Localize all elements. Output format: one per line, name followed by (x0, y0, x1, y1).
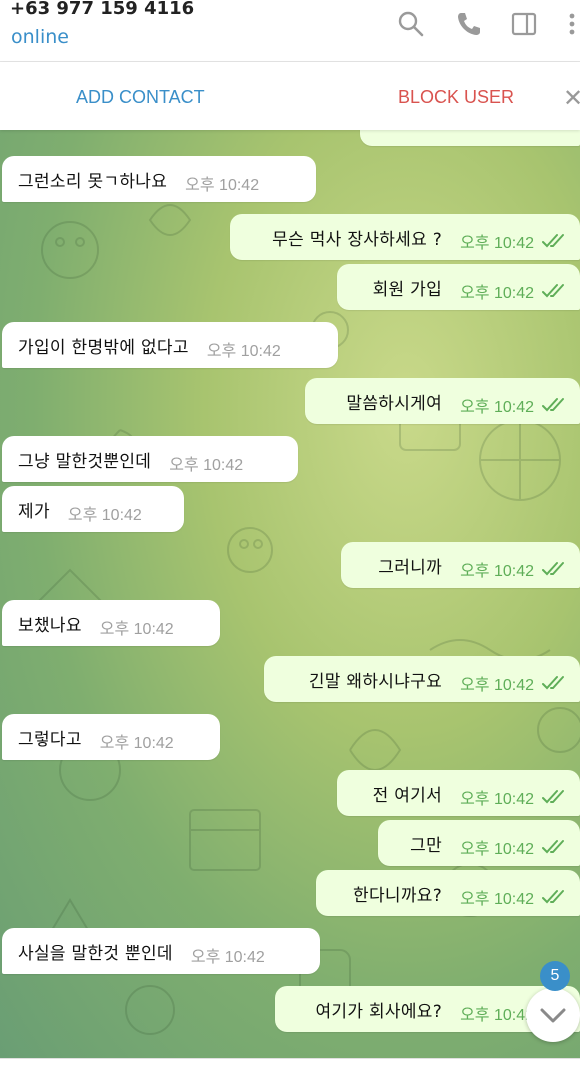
message-time: 오후 10:42 (460, 563, 534, 580)
incoming-message[interactable]: 사실을 말한것 뿐인데 오후 10:42 (2, 928, 320, 974)
chat-header: +63 977 159 4116 online (0, 0, 580, 62)
message-text: 그러니까 (378, 557, 443, 578)
contact-status: online (11, 26, 69, 48)
outgoing-message[interactable]: 전 여기서 오후 10:42 (337, 770, 580, 816)
message-time: 오후 10:42 (460, 841, 534, 858)
outgoing-message[interactable]: 긴말 왜하시냐구요 오후 10:42 (264, 656, 580, 702)
incoming-message[interactable]: 그냥 말한것뿐인데 오후 10:42 (2, 436, 298, 482)
outgoing-message[interactable]: 회원 가입 오후 10:42 (337, 264, 580, 310)
double-check-icon (542, 790, 564, 804)
message-time: 오후 10:42 (460, 235, 534, 252)
incoming-message[interactable]: 그렇다고 오후 10:42 (2, 714, 220, 760)
message-text: 사실을 말한것 뿐인데 (18, 943, 173, 964)
block-user-button[interactable]: BLOCK USER (398, 87, 514, 108)
message-time: 오후 10:42 (460, 677, 534, 694)
double-check-icon (542, 398, 564, 412)
outgoing-message[interactable]: 그만 오후 10:42 (378, 820, 580, 866)
message-time: 오후 10:42 (460, 891, 534, 908)
message-text: 말씀하시게여 (346, 393, 443, 414)
message-text: 그렇다고 (18, 729, 82, 750)
message-text: 회원 가입 (372, 279, 443, 300)
outgoing-message[interactable]: 한다니까요? 오후 10:42 (316, 870, 580, 916)
message-text: 제가 (18, 501, 50, 522)
incoming-message[interactable]: 가입이 한명밖에 없다고 오후 10:42 (2, 322, 338, 368)
message-time: 오후 10:42 (169, 457, 244, 474)
more-vertical-icon[interactable] (565, 10, 579, 38)
double-check-icon (542, 890, 564, 904)
message-time: 오후 10:42 (99, 735, 174, 752)
incoming-message[interactable]: 보챘나요 오후 10:42 (2, 600, 220, 646)
message-time: 오후 10:42 (67, 507, 142, 524)
phone-icon[interactable] (455, 10, 483, 38)
message-list[interactable]: 그런소리 못ㄱ하나요 오후 10:42 무슨 먹사 장사하세요 ? 오후 10:42 회… (0, 130, 580, 1058)
message-text: 그냥 말한것뿐인데 (18, 451, 152, 472)
message-text: 긴말 왜하시냐구요 (308, 671, 443, 692)
composer-bar[interactable] (0, 1058, 580, 1071)
message-time: 오후 10:42 (185, 177, 260, 194)
message-text: 전 여기서 (372, 785, 443, 806)
sidebar-panel-icon[interactable] (510, 10, 538, 38)
search-icon[interactable] (397, 10, 425, 38)
double-check-icon (542, 840, 564, 854)
message-text: 그런소리 못ㄱ하나요 (18, 171, 168, 192)
outgoing-message[interactable]: 그러니까 오후 10:42 (341, 542, 580, 588)
double-check-icon (542, 284, 564, 298)
double-check-icon (542, 676, 564, 690)
double-check-icon (542, 234, 564, 248)
outgoing-message[interactable]: 무슨 먹사 장사하세요 ? 오후 10:42 (230, 214, 580, 260)
scroll-down-button[interactable] (526, 988, 580, 1042)
message-text: 한다니까요? (353, 885, 443, 906)
message-text: 무슨 먹사 장사하세요 ? (272, 229, 443, 250)
message-time: 오후 10:42 (190, 949, 265, 966)
incoming-message[interactable]: 그런소리 못ㄱ하나요 오후 10:42 (2, 156, 316, 202)
double-check-icon (542, 562, 564, 576)
unread-count-badge: 5 (540, 961, 570, 991)
message-bubble-partial[interactable] (360, 130, 580, 146)
message-time: 오후 10:42 (460, 285, 534, 302)
message-time: 오후 10:42 (99, 621, 174, 638)
message-text: 가입이 한명밖에 없다고 (18, 337, 189, 358)
contact-action-bar: ADD CONTACT BLOCK USER ✕ (0, 62, 580, 130)
message-time: 오후 10:42 (206, 343, 281, 360)
message-text: 여기가 회사에요? (315, 1001, 443, 1022)
incoming-message[interactable]: 제가 오후 10:42 (2, 486, 184, 532)
contact-phone-number[interactable]: +63 977 159 4116 (10, 0, 194, 19)
close-icon[interactable]: ✕ (563, 84, 580, 112)
message-text: 보챘나요 (18, 615, 82, 636)
message-time: 오후 10:42 (460, 1007, 534, 1024)
message-time: 오후 10:42 (460, 399, 534, 416)
message-text: 그만 (410, 835, 443, 856)
chevron-down-icon (540, 1008, 566, 1023)
message-time: 오후 10:42 (460, 791, 534, 808)
add-contact-button[interactable]: ADD CONTACT (76, 87, 205, 108)
outgoing-message[interactable]: 말씀하시게여 오후 10:42 (305, 378, 580, 424)
